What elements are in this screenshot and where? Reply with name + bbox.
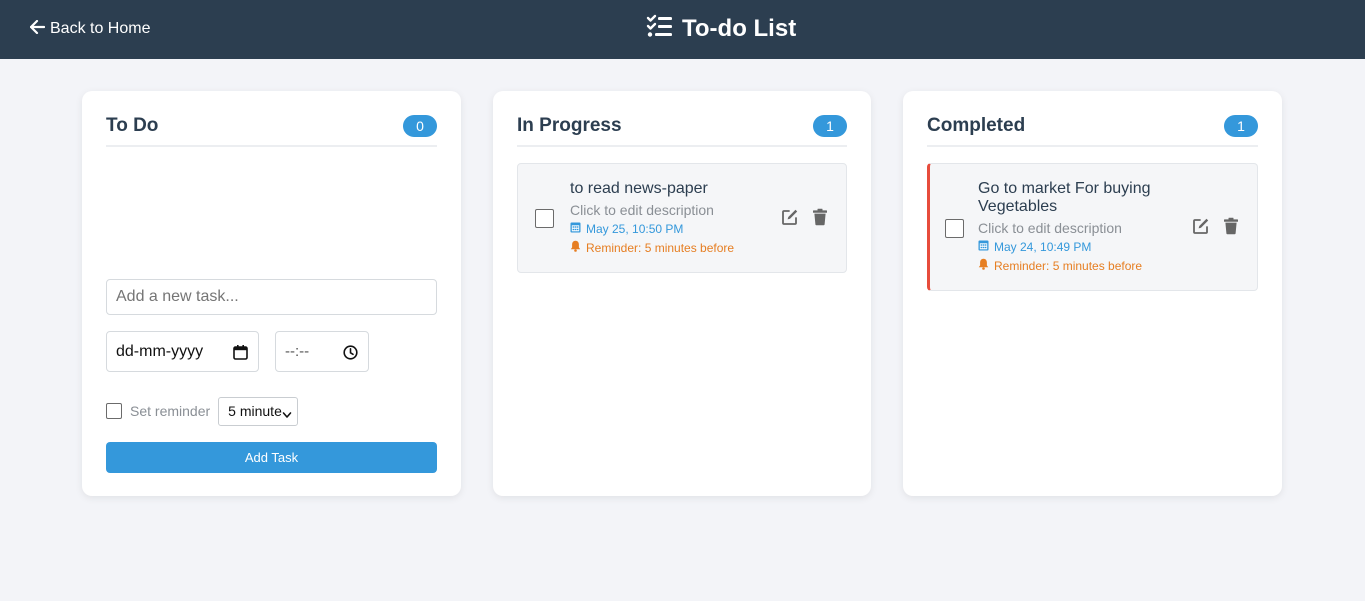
reminder-row: Set reminder 5 minutes: [106, 396, 299, 426]
task-checkbox[interactable]: [535, 209, 554, 228]
task-card[interactable]: Go to market For buying Vegetables Click…: [927, 163, 1258, 291]
task-date: May 25, 10:50 PM: [570, 221, 760, 237]
task-body: Go to market For buying Vegetables Click…: [978, 180, 1178, 274]
set-reminder-label: Set reminder: [130, 403, 211, 419]
chevron-down-icon: [282, 406, 293, 418]
task-reminder-text: Reminder: 5 minutes before: [994, 259, 1143, 273]
edit-icon[interactable]: [781, 208, 799, 226]
task-checkbox[interactable]: [945, 219, 964, 238]
column-title: To Do: [106, 115, 159, 136]
task-date: May 24, 10:49 PM: [978, 239, 1178, 255]
set-reminder-checkbox[interactable]: [106, 403, 122, 419]
column-header: To Do 0: [106, 111, 437, 147]
time-placeholder: --:--: [285, 343, 310, 360]
bell-icon: [570, 240, 581, 256]
new-task-input[interactable]: [106, 279, 437, 315]
trash-icon[interactable]: [811, 208, 829, 226]
calendar-icon: [570, 221, 581, 237]
page-title: To-do List: [646, 14, 796, 44]
trash-icon[interactable]: [1222, 217, 1240, 235]
column-header: In Progress 1: [517, 111, 847, 147]
column-completed: Completed 1 Go to market For buying Vege…: [903, 91, 1282, 496]
edit-icon[interactable]: [1192, 217, 1210, 235]
task-description[interactable]: Click to edit description: [978, 220, 1178, 236]
task-actions: [1192, 217, 1240, 235]
task-description[interactable]: Click to edit description: [570, 202, 760, 218]
task-reminder-text: Reminder: 5 minutes before: [586, 241, 735, 255]
due-time-input[interactable]: --:--: [275, 331, 369, 372]
checklist-icon: [646, 14, 673, 45]
back-to-home-link[interactable]: Back to Home: [29, 18, 151, 40]
app-title-text: To-do List: [682, 15, 797, 42]
count-badge: 1: [813, 115, 847, 137]
arrow-left-icon: [29, 19, 46, 39]
reminder-time-select[interactable]: 5 minutes: [218, 396, 299, 426]
reminder-select-value: 5 minutes: [228, 403, 289, 419]
calendar-icon: [978, 239, 989, 255]
task-actions: [781, 208, 829, 226]
column-todo: To Do 0 dd-mm-yyyy --:-- Set reminder 5 …: [82, 91, 461, 496]
task-title[interactable]: to read news-paper: [570, 180, 760, 198]
add-task-button[interactable]: Add Task: [106, 442, 437, 473]
date-placeholder: dd-mm-yyyy: [116, 342, 204, 360]
due-date-input[interactable]: dd-mm-yyyy: [106, 331, 259, 372]
clock-icon[interactable]: [342, 344, 359, 361]
bell-icon: [978, 258, 989, 274]
back-link-label: Back to Home: [50, 20, 151, 37]
count-badge: 0: [403, 115, 437, 137]
task-reminder: Reminder: 5 minutes before: [570, 240, 760, 256]
calendar-picker-icon[interactable]: [232, 344, 249, 361]
task-title[interactable]: Go to market For buying Vegetables: [978, 180, 1178, 216]
column-header: Completed 1: [927, 111, 1258, 147]
task-card[interactable]: to read news-paper Click to edit descrip…: [517, 163, 847, 273]
task-date-text: May 24, 10:49 PM: [994, 240, 1092, 254]
top-bar: Back to Home To-do List: [0, 0, 1365, 59]
task-date-text: May 25, 10:50 PM: [586, 222, 684, 236]
column-title: In Progress: [517, 115, 622, 136]
count-badge: 1: [1224, 115, 1258, 137]
task-body: to read news-paper Click to edit descrip…: [570, 180, 760, 256]
column-title: Completed: [927, 115, 1026, 136]
task-reminder: Reminder: 5 minutes before: [978, 258, 1178, 274]
column-in-progress: In Progress 1 to read news-paper Click t…: [493, 91, 871, 496]
